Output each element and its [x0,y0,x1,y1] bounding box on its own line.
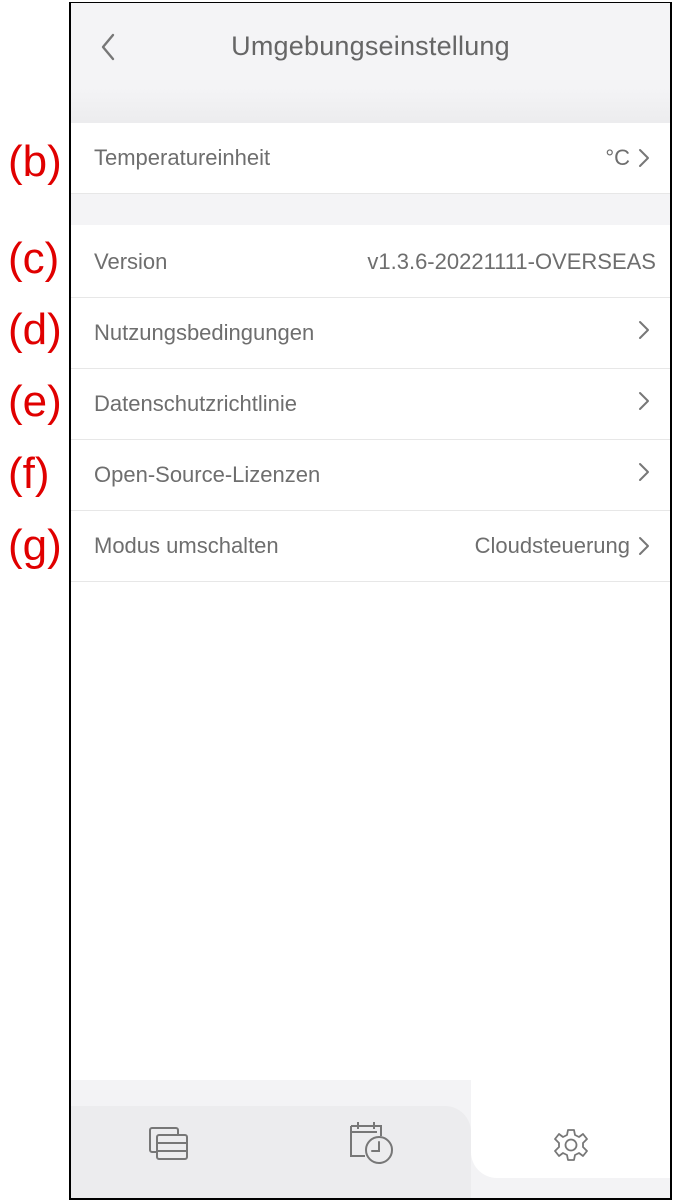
chevron-right-icon [639,537,649,555]
chevron-right-icon [639,321,649,339]
bottom-tab-bar [71,1080,670,1198]
privacy-row[interactable]: Datenschutzrichtlinie [71,369,670,440]
chevron-right-icon [639,392,649,410]
schedule-icon [350,1122,393,1164]
page-title: Umgebungseinstellung [231,31,510,61]
annotation-f: (f) [8,449,50,498]
privacy-label: Datenschutzrichtlinie [94,391,297,416]
terms-chevron-group [638,320,650,340]
version-label: Version [94,249,168,274]
section-divider [71,194,670,225]
gear-icon [554,1129,588,1161]
terms-label: Nutzungsbedingungen [94,320,315,345]
tab-settings[interactable] [553,1127,589,1168]
licenses-label: Open-Source-Lizenzen [94,462,321,487]
temperature-unit-label: Temperatureinheit [94,145,271,170]
mode-switch-row[interactable]: Modus umschalten Cloudsteuerung [71,511,670,582]
annotation-c: (c) [8,234,60,283]
annotation-labels: (b) (c) (d) (e) (f) (g) [0,0,70,1202]
annotation-g: (g) [8,521,62,570]
tab-devices[interactable] [147,1124,193,1169]
temperature-unit-value-group: °C [605,145,650,171]
mode-switch-value-group: Cloudsteuerung [475,533,650,559]
chevron-right-icon [639,149,649,167]
version-value: v1.3.6-20221111-OVERSEAS [367,249,656,274]
tab-bar-background [71,1106,471,1198]
privacy-chevron-group [638,391,650,411]
mode-switch-value: Cloudsteuerung [474,533,630,558]
header: Umgebungseinstellung [71,3,670,123]
mode-switch-label: Modus umschalten [94,533,279,558]
temperature-unit-value: °C [605,145,630,170]
licenses-chevron-group [638,462,650,482]
devices-icon [149,1127,188,1160]
annotation-b: (b) [8,137,62,186]
phone-screen: Umgebungseinstellung Temperatureinheit °… [69,2,672,1200]
temperature-unit-row[interactable]: Temperatureinheit °C [71,123,670,194]
chevron-right-icon [639,463,649,481]
terms-row[interactable]: Nutzungsbedingungen [71,298,670,369]
annotation-d: (d) [8,305,62,354]
annotation-e: (e) [8,377,62,426]
version-row: Version v1.3.6-20221111-OVERSEAS [71,225,670,298]
tab-schedule[interactable] [347,1118,397,1171]
licenses-row[interactable]: Open-Source-Lizenzen [71,440,670,511]
